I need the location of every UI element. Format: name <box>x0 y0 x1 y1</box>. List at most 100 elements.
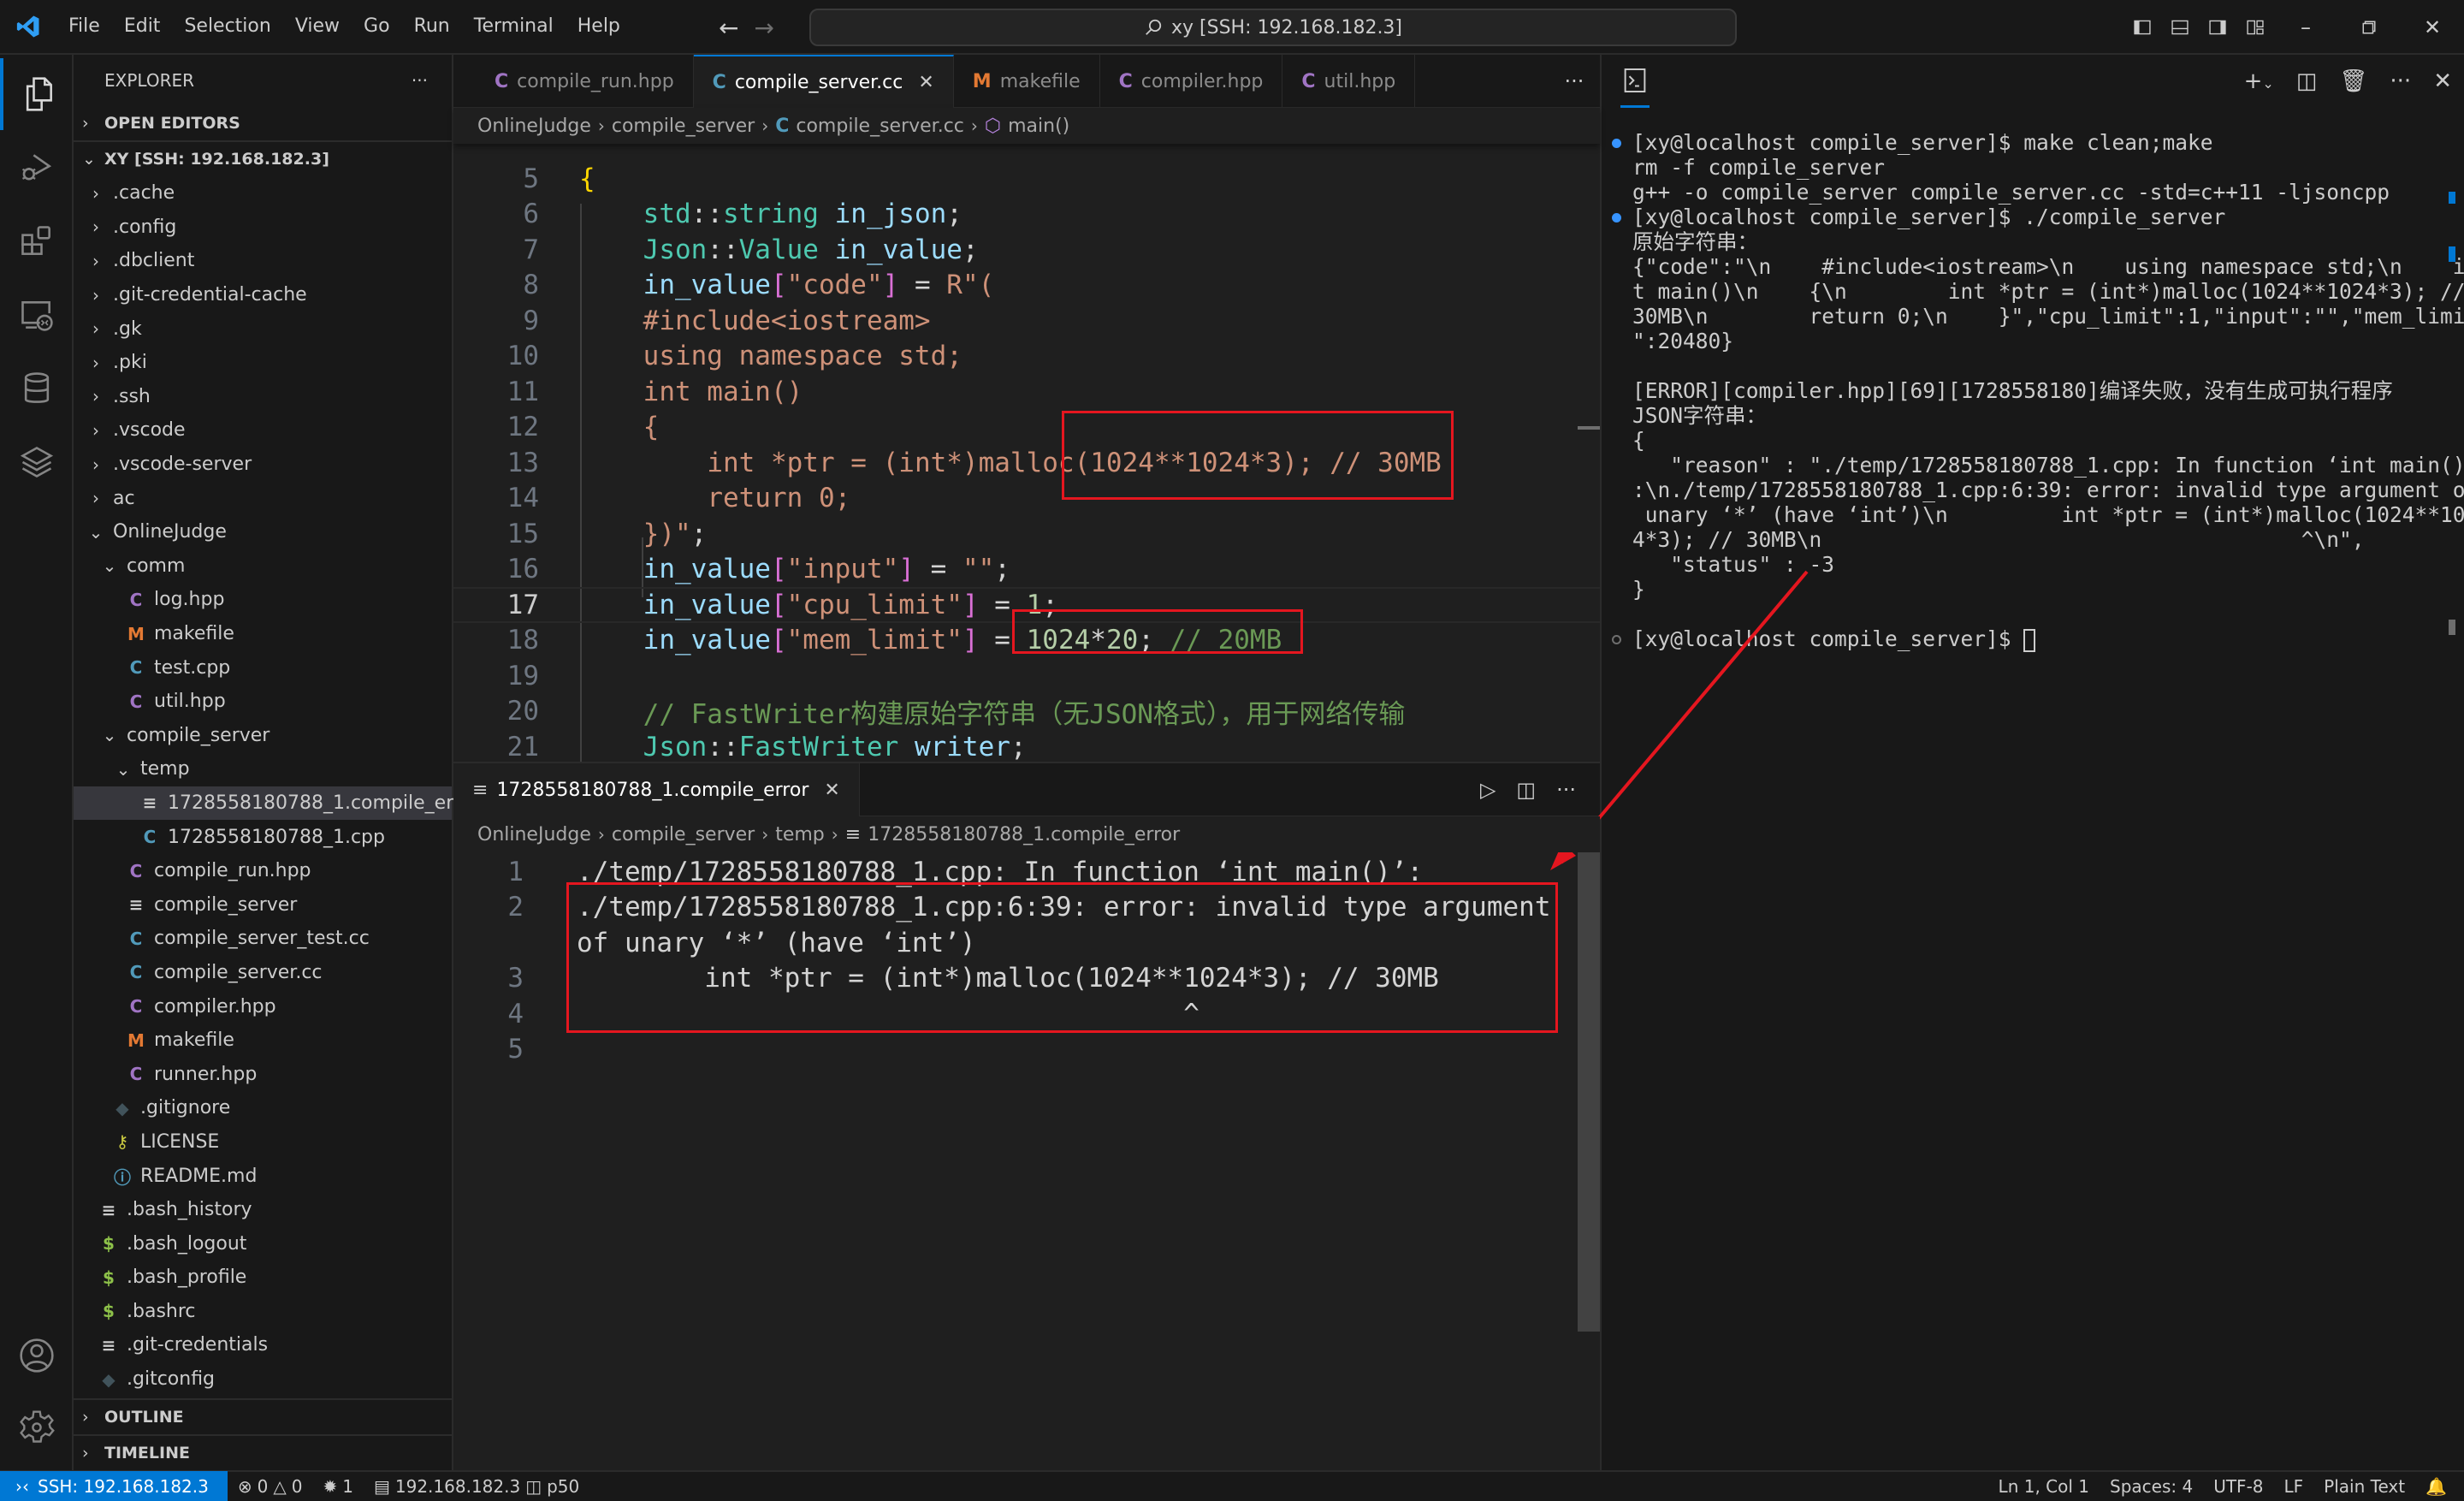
tree-file[interactable]: C 1728558180788_1.cpp <box>74 820 452 854</box>
tree-file[interactable]: ≡ 1728558180788_1.compile_error <box>74 786 480 821</box>
workspace-root[interactable]: ⌄ XY [SSH: 192.168.182.3] <box>74 142 452 176</box>
new-terminal-icon[interactable]: +⌄ <box>2244 68 2274 94</box>
problems-indicator[interactable]: ⊗ 0 △ 0 <box>228 1476 313 1497</box>
tree-file[interactable]: $ .bash_profile <box>74 1261 452 1295</box>
tree-folder[interactable]: ⌄ comm <box>74 549 452 584</box>
forward-arrow-icon[interactable]: → <box>754 14 773 42</box>
breadcrumb-item[interactable]: main() <box>1008 116 1069 137</box>
tab-makefile[interactable]: M makefile <box>954 55 1100 108</box>
code-editor[interactable]: 5{6 std::string in_json; 7 Json::Value in… <box>453 144 1600 762</box>
tree-file[interactable]: Ccompile_run.hpp <box>74 854 452 888</box>
menu-run[interactable]: Run <box>402 0 462 54</box>
tree-file[interactable]: Ccompiler.hpp <box>74 989 452 1023</box>
settings-gear-icon[interactable] <box>0 1391 74 1463</box>
tree-folder[interactable]: › .pki <box>74 346 452 380</box>
breadcrumb-item[interactable]: compile_server <box>612 824 755 845</box>
menu-go[interactable]: Go <box>352 0 402 54</box>
encoding[interactable]: UTF-8 <box>2203 1476 2273 1497</box>
breadcrumb-item[interactable]: temp <box>775 824 825 845</box>
database-icon[interactable] <box>0 353 74 424</box>
tree-folder[interactable]: › .ssh <box>74 380 452 414</box>
terminal-output[interactable]: [xy@localhost compile_server]$ make clea… <box>1602 130 2464 652</box>
toggle-panel-icon[interactable] <box>2161 0 2199 55</box>
tree-file[interactable]: ≡ .bash_history <box>74 1193 452 1227</box>
outline-section[interactable]: › OUTLINE <box>74 1398 452 1434</box>
tree-file[interactable]: Ccompile_server_test.cc <box>74 922 452 956</box>
tab-compile-error[interactable]: ≡ 1728558180788_1.compile_error ✕ <box>453 763 860 816</box>
more-tabs-icon[interactable]: ··· <box>1549 55 1600 107</box>
command-success-decoration-icon[interactable] <box>1612 213 1621 222</box>
tree-folder[interactable]: › .cache <box>74 176 452 211</box>
explorer-icon[interactable] <box>0 58 74 130</box>
menu-selection[interactable]: Selection <box>172 0 282 54</box>
menu-view[interactable]: View <box>283 0 352 54</box>
run-file-icon[interactable]: ▷ <box>1480 778 1496 802</box>
notifications-bell-icon[interactable]: 🔔 <box>2415 1476 2464 1497</box>
ports-indicator[interactable]: ✹ 1 <box>312 1476 364 1497</box>
tree-folder[interactable]: › .git-credential-cache <box>74 278 452 312</box>
tree-folder[interactable]: › .vscode <box>74 413 452 448</box>
tree-folder[interactable]: › ac <box>74 481 452 515</box>
open-editors-section[interactable]: › OPEN EDITORS <box>74 106 452 140</box>
more-actions-icon[interactable]: ··· <box>1556 778 1576 802</box>
menu-help[interactable]: Help <box>566 0 632 54</box>
menu-terminal[interactable]: Terminal <box>462 0 566 54</box>
menu-edit[interactable]: Edit <box>112 0 173 54</box>
tree-file[interactable]: Crunner.hpp <box>74 1057 452 1091</box>
close-tab-icon[interactable]: ✕ <box>918 72 933 93</box>
minimize-button[interactable]: – <box>2274 0 2337 55</box>
timeline-section[interactable]: › TIMELINE <box>74 1434 452 1470</box>
command-idle-decoration-icon[interactable] <box>1612 635 1621 644</box>
terminal-more-icon[interactable]: ··· <box>2390 68 2411 94</box>
run-and-debug-icon[interactable] <box>0 132 74 204</box>
command-center-search[interactable]: xy [SSH: 192.168.182.3] <box>809 9 1737 46</box>
terminal-scrollbar[interactable] <box>2449 620 2455 635</box>
tree-folder[interactable]: ⌄ compile_server <box>74 719 452 753</box>
tree-folder[interactable]: › .vscode-server <box>74 448 452 482</box>
breadcrumb-item[interactable]: 1728558180788_1.compile_error <box>868 824 1180 845</box>
tree-file[interactable]: Ctest.cpp <box>74 650 452 685</box>
layers-icon[interactable] <box>0 426 74 498</box>
indentation[interactable]: Spaces: 4 <box>2100 1476 2203 1497</box>
tree-folder[interactable]: › .gk <box>74 311 452 346</box>
tree-file[interactable]: ≡ compile_server <box>74 887 452 922</box>
extensions-icon[interactable] <box>0 205 74 277</box>
tree-file[interactable]: Ccompile_server.cc <box>74 956 452 990</box>
toggle-secondary-sidebar-icon[interactable] <box>2199 0 2236 55</box>
split-editor-icon[interactable]: ◫ <box>1516 778 1536 802</box>
tab-compile-server-cc[interactable]: C compile_server.cc ✕ <box>693 55 954 108</box>
tree-file[interactable]: ◆ .gitconfig <box>74 1362 452 1397</box>
kill-terminal-trash-icon[interactable]: 🗑 <box>2339 68 2367 94</box>
tree-file[interactable]: Mmakefile <box>74 617 452 651</box>
tree-file[interactable]: Clog.hpp <box>74 583 452 617</box>
split-terminal-icon[interactable]: ◫ <box>2296 68 2318 94</box>
tree-file[interactable]: ⚷ LICENSE <box>74 1125 452 1160</box>
language-mode[interactable]: Plain Text <box>2313 1476 2415 1497</box>
breadcrumb-item[interactable]: OnlineJudge <box>477 824 591 845</box>
tree-file[interactable]: Cutil.hpp <box>74 685 452 719</box>
close-window-button[interactable]: ✕ <box>2401 0 2464 55</box>
end-of-line[interactable]: LF <box>2274 1476 2314 1497</box>
tab-compiler-hpp[interactable]: C compiler.hpp <box>1100 55 1283 108</box>
close-tab-icon[interactable]: ✕ <box>824 780 839 801</box>
tree-file[interactable]: Mmakefile <box>74 1023 452 1058</box>
tab-compile-run-hpp[interactable]: C compile_run.hpp <box>476 55 694 108</box>
accounts-icon[interactable] <box>0 1320 74 1391</box>
remote-indicator[interactable]: ›‹ SSH: 192.168.182.3 <box>0 1471 228 1501</box>
cursor-position[interactable]: Ln 1, Col 1 <box>1988 1476 2100 1497</box>
tree-file[interactable]: $ .bashrc <box>74 1295 452 1329</box>
command-success-decoration-icon[interactable] <box>1612 139 1621 148</box>
restore-button[interactable] <box>2337 0 2401 55</box>
tree-folder[interactable]: › .dbclient <box>74 244 452 278</box>
back-arrow-icon[interactable]: ← <box>719 14 738 42</box>
terminal-tab[interactable] <box>1620 55 1650 108</box>
tree-file[interactable]: ⓘ README.md <box>74 1159 452 1193</box>
server-indicator[interactable]: ▤ 192.168.182.3 ◫ p50 <box>364 1476 589 1497</box>
tree-file[interactable]: ◆ .gitignore <box>74 1091 452 1125</box>
breadcrumb-item[interactable]: compile_server <box>612 116 755 137</box>
tree-file[interactable]: ≡ .git-credentials <box>74 1328 452 1362</box>
toggle-primary-sidebar-icon[interactable] <box>2123 0 2161 55</box>
tree-file[interactable]: $ .bash_logout <box>74 1226 452 1261</box>
menu-file[interactable]: File <box>56 0 112 54</box>
tree-folder[interactable]: › .config <box>74 211 452 245</box>
